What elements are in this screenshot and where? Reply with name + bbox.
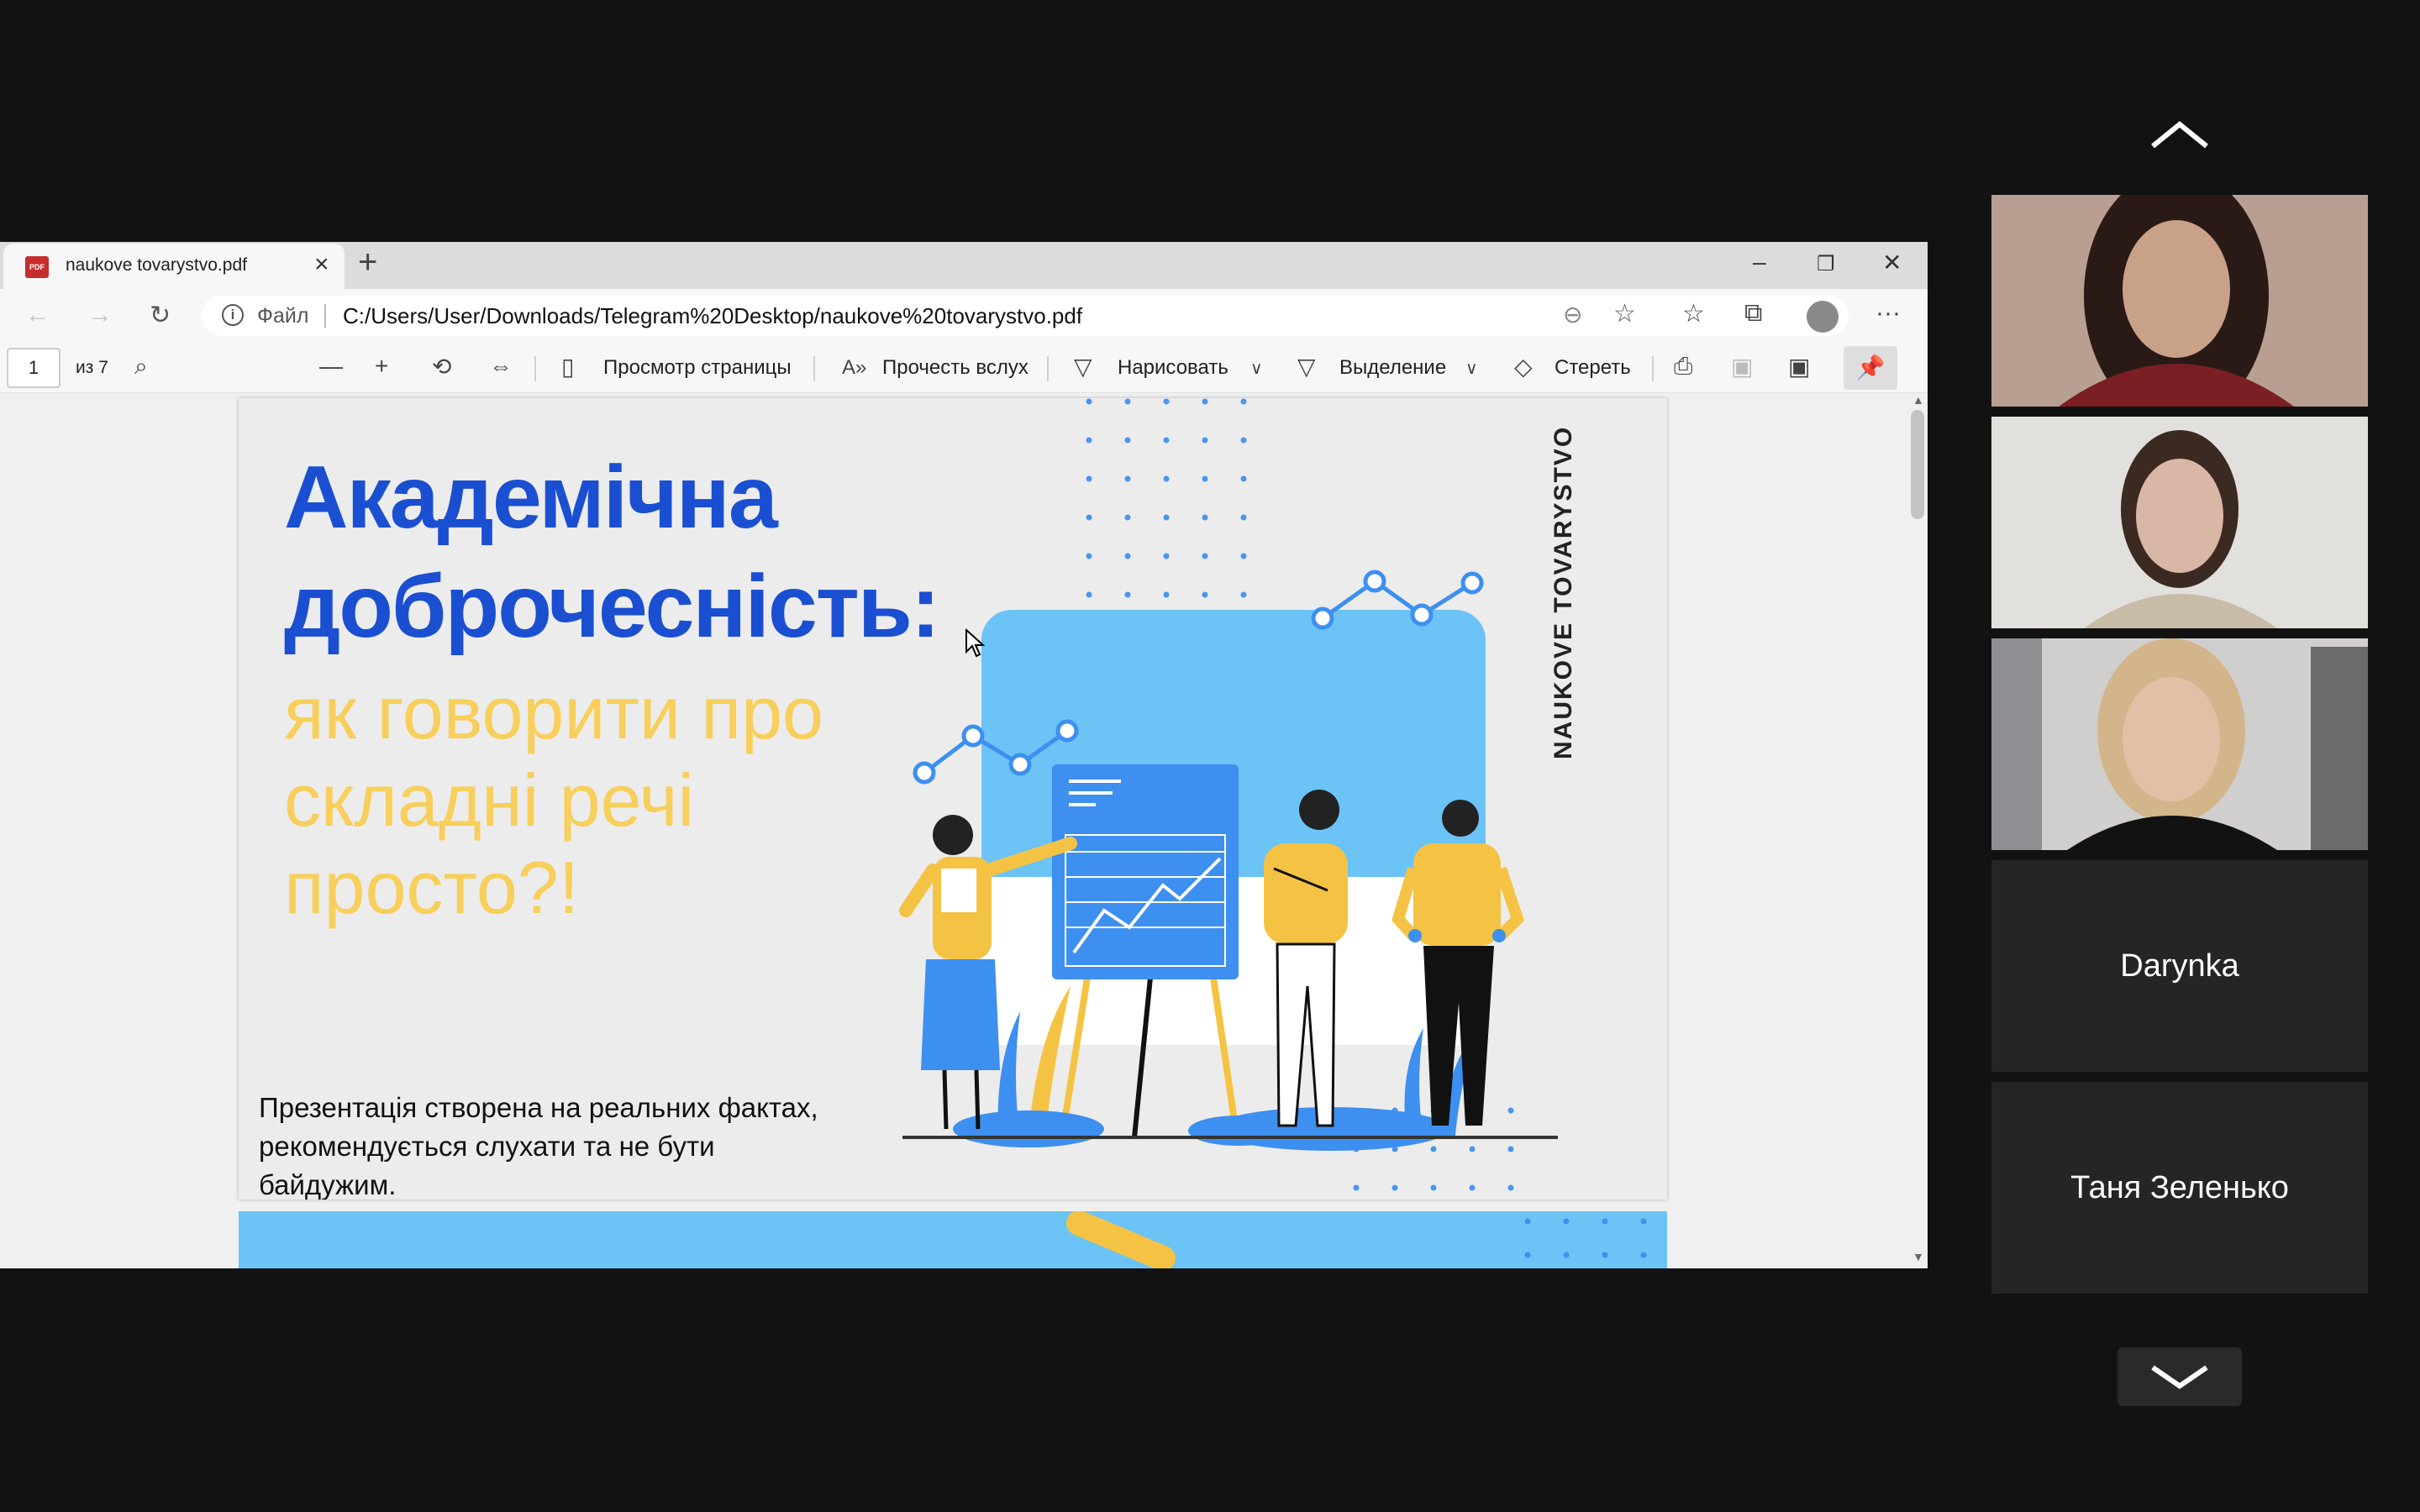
draw-dropdown-chevron-down-icon[interactable]: ∨ <box>1250 358 1263 379</box>
tab-title: naukove tovarystvo.pdf <box>66 255 247 275</box>
tab-bar: PDF naukove tovarystvo.pdf × + – ❐ ✕ <box>0 242 1928 289</box>
toolbar-separator <box>1047 356 1049 381</box>
toolbar-separator <box>1652 356 1654 381</box>
chevron-down-icon <box>2151 1365 2208 1389</box>
fit-width-icon[interactable]: ⇔ <box>489 353 513 380</box>
screen: PDF naukove tovarystvo.pdf × + – ❐ ✕ ← →… <box>0 0 2420 1512</box>
pdf-toolbar: 1 из 7 ⌕ — + ⟲ ⇔ ▯ Просмотр страницы A» … <box>0 343 1928 393</box>
info-icon[interactable]: i <box>222 304 244 326</box>
eraser-icon[interactable]: ◇ <box>1514 353 1533 381</box>
search-icon[interactable]: ⌕ <box>134 353 148 381</box>
page-count: из 7 <box>76 358 108 377</box>
highlight-icon[interactable]: ▽ <box>1297 353 1316 381</box>
dot-grid-top <box>1086 398 1247 598</box>
refresh-icon[interactable]: ↻ <box>150 301 171 330</box>
slide-description-line-1: Презентація створена на реальних фактах, <box>259 1092 818 1123</box>
close-window-icon[interactable]: ✕ <box>1882 249 1902 276</box>
favorites-icon[interactable]: ☆ <box>1682 299 1705 328</box>
highlight-dropdown-chevron-down-icon[interactable]: ∨ <box>1465 358 1478 379</box>
erase-button[interactable]: Стереть <box>1555 356 1631 380</box>
save-icon[interactable]: ▣ <box>1731 353 1753 381</box>
pdf-page-1: Академічна доброчесність: як говорити пр… <box>239 398 1667 1200</box>
zoom-in-icon[interactable]: + <box>375 353 388 380</box>
toolbar-separator <box>813 356 815 381</box>
scroll-up-icon[interactable]: ▲ <box>1912 393 1924 407</box>
participant-video-2[interactable] <box>1991 417 2368 628</box>
draw-icon[interactable]: ▽ <box>1074 353 1092 381</box>
address-separator <box>324 304 326 328</box>
participant-tile-tanya[interactable]: Таня Зеленько <box>1991 1082 2368 1294</box>
slide-subtitle-line-2: складні речі <box>284 759 695 842</box>
slide-title-line-2: доброчесність: <box>284 557 940 656</box>
profile-avatar-icon[interactable] <box>1807 301 1839 333</box>
slide-description-line-2: рекомендується слухати та не бути <box>259 1131 715 1162</box>
vertical-brand-text: NAUKOVE TOVARYSTVO <box>1549 425 1577 759</box>
highlight-button[interactable]: Выделение <box>1339 356 1446 380</box>
slide-description-line-3: байдужим. <box>259 1169 397 1200</box>
print-icon[interactable]: ⎙ <box>1674 353 1692 381</box>
participant-2-video-frame <box>1991 417 2368 628</box>
more-options-icon[interactable]: ··· <box>1876 299 1901 328</box>
add-favorite-icon[interactable]: ☆ <box>1613 299 1636 328</box>
scrollbar-thumb[interactable] <box>1911 410 1924 519</box>
page-view-icon[interactable]: ▯ <box>561 353 574 381</box>
slide-title-line-1: Академічна <box>284 448 778 547</box>
file-label: Файл <box>257 304 309 328</box>
participant-name: Darynka <box>2120 948 2239 984</box>
pdf-favicon-icon: PDF <box>25 256 49 278</box>
page-2-decoration <box>1066 1211 1647 1268</box>
page-view-button[interactable]: Просмотр страницы <box>603 356 792 380</box>
slide-subtitle-line-3: просто?! <box>284 846 580 929</box>
collections-icon[interactable]: ⧉ <box>1744 299 1762 328</box>
scroll-down-icon[interactable]: ▼ <box>1912 1250 1924 1263</box>
tab-close-icon[interactable]: × <box>314 250 329 279</box>
pin-toolbar-icon[interactable]: 📌 <box>1844 346 1897 390</box>
page-number-input[interactable]: 1 <box>7 348 60 388</box>
new-tab-icon[interactable]: + <box>358 244 377 281</box>
read-aloud-icon[interactable]: A» <box>842 356 866 380</box>
zoom-out-icon[interactable]: ⊖ <box>1563 301 1582 328</box>
participant-tile-darynka[interactable]: Darynka <box>1991 860 2368 1072</box>
rotate-icon[interactable]: ⟲ <box>432 353 451 381</box>
address-bar[interactable]: i Файл C:/Users/User/Downloads/Telegram%… <box>202 296 1849 336</box>
save-as-icon[interactable]: ▣ <box>1788 353 1810 381</box>
participant-video-1[interactable] <box>1991 195 2368 407</box>
slide-description: Презентація створена на реальних фактах,… <box>259 1089 818 1200</box>
back-icon[interactable]: ← <box>25 301 50 329</box>
chevron-up-icon[interactable] <box>2149 119 2210 150</box>
slide-subtitle-line-1: як говорити про <box>284 671 823 754</box>
url-text[interactable]: C:/Users/User/Downloads/Telegram%20Deskt… <box>343 303 1082 329</box>
mouse-cursor-icon <box>965 628 985 658</box>
pdf-page-2 <box>239 1211 1667 1268</box>
participant-3-video-frame <box>1991 638 2368 850</box>
participant-video-3[interactable] <box>1991 638 2368 850</box>
toolbar-separator <box>534 356 536 381</box>
browser-window: PDF naukove tovarystvo.pdf × + – ❐ ✕ ← →… <box>0 242 1928 1268</box>
draw-button[interactable]: Нарисовать <box>1118 356 1228 380</box>
restore-icon[interactable]: ❐ <box>1817 252 1835 276</box>
participant-name: Таня Зеленько <box>2070 1170 2289 1205</box>
minimize-icon[interactable]: – <box>1753 249 1766 276</box>
pdf-viewport[interactable]: Академічна доброчесність: як говорити пр… <box>0 393 1907 1268</box>
tab-pdf[interactable]: PDF naukove tovarystvo.pdf × <box>3 244 345 289</box>
scroll-participants-down-button[interactable] <box>2118 1347 2242 1406</box>
zoom-out-button-icon[interactable]: — <box>319 353 343 380</box>
read-aloud-button[interactable]: Прочесть вслух <box>882 356 1028 380</box>
forward-icon[interactable]: → <box>87 301 113 329</box>
vertical-scrollbar[interactable]: ▲ ▼ <box>1907 393 1928 1268</box>
participant-1-video-frame <box>1991 195 2368 407</box>
navigation-bar: ← → ↻ i Файл C:/Users/User/Downloads/Tel… <box>0 289 1928 343</box>
